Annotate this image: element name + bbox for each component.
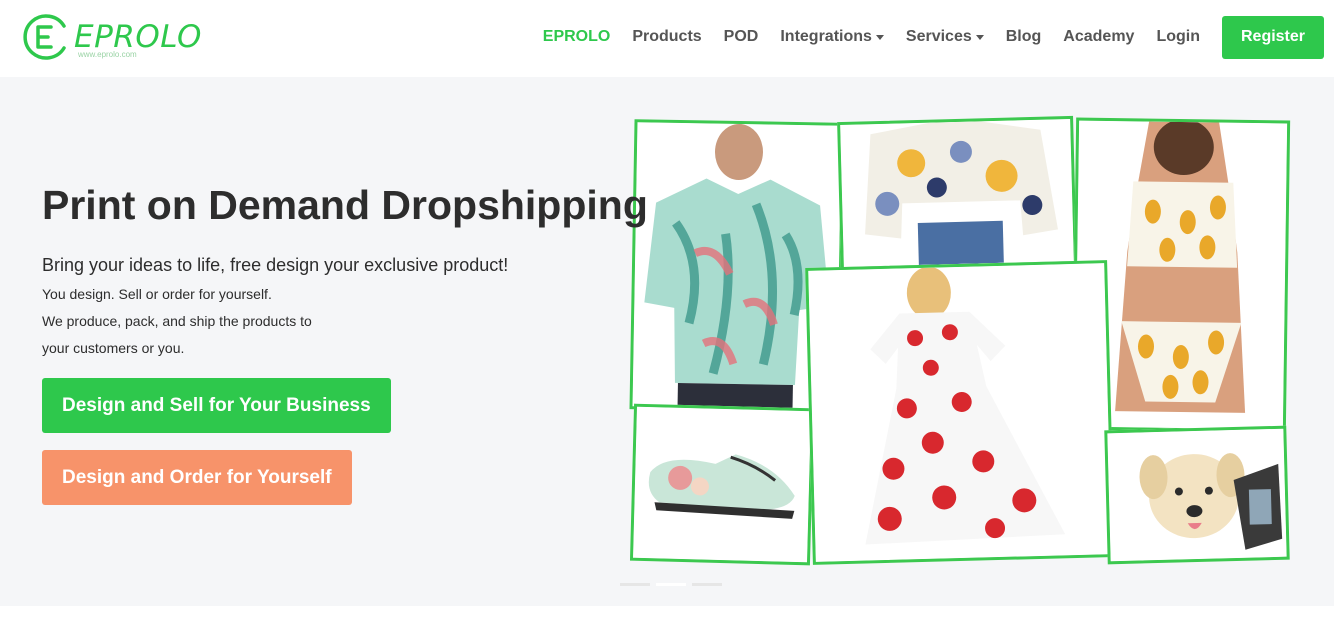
register-button[interactable]: Register (1222, 15, 1324, 59)
carousel-dot[interactable] (620, 583, 650, 586)
nav-label: Products (632, 28, 702, 45)
dog-harness-image[interactable] (1104, 425, 1290, 565)
nav-label: Blog (1005, 28, 1042, 45)
nav-item-blog[interactable]: Blog (1006, 28, 1042, 46)
cropped-hoodie-image[interactable] (837, 115, 1077, 271)
nav-label: EPROLO (542, 28, 611, 45)
carousel-indicators (620, 583, 728, 586)
product-collage (628, 115, 1292, 569)
eprolo-logo[interactable]: EPROLO www.eprolo.com (20, 12, 220, 62)
logo-text: EPROLO (74, 18, 202, 55)
nav-item-eprolo[interactable]: EPROLO (543, 28, 611, 46)
hero-line: We produce, pack, and ship the products … (42, 313, 312, 329)
design-and-order-button[interactable]: Design and Order for Yourself (42, 450, 352, 505)
nav-label: Academy (1063, 28, 1135, 45)
nav-item-services[interactable]: Services (906, 28, 984, 46)
nav-item-integrations[interactable]: Integrations (780, 28, 884, 46)
hero-line: You design. Sell or order for yourself. (42, 286, 272, 302)
nav-item-pod[interactable]: POD (724, 28, 759, 46)
hero-line: your customers or you. (42, 340, 185, 356)
caret-down-icon (975, 34, 984, 40)
nav-item-login[interactable]: Login (1156, 28, 1200, 46)
nav-item-academy[interactable]: Academy (1063, 28, 1134, 46)
hero-banner: Print on Demand Dropshipping Bring your … (0, 77, 1334, 606)
carousel-dot[interactable] (656, 583, 686, 586)
slip-on-shoe-image[interactable] (629, 403, 815, 566)
logo-icon (23, 14, 66, 60)
logo-url: www.eprolo.com (78, 50, 137, 59)
nav-label: Services (905, 28, 972, 45)
nav-label: POD (723, 28, 759, 45)
nav-label: Login (1156, 28, 1200, 45)
hero-title: Print on Demand Dropshipping (42, 182, 648, 228)
nav-label: Integrations (780, 28, 872, 45)
carousel-dot[interactable] (692, 583, 722, 586)
design-and-sell-button[interactable]: Design and Sell for Your Business (42, 378, 391, 433)
main-nav: EPROLO Products POD Integrations Service… (521, 15, 1324, 59)
caret-down-icon (875, 34, 884, 40)
polka-dress-image[interactable] (805, 260, 1115, 565)
hero-lead: Bring your ideas to life, free design yo… (42, 255, 509, 275)
site-header: EPROLO www.eprolo.com EPROLO Products PO… (0, 0, 1334, 76)
nav-item-products[interactable]: Products (632, 28, 701, 46)
